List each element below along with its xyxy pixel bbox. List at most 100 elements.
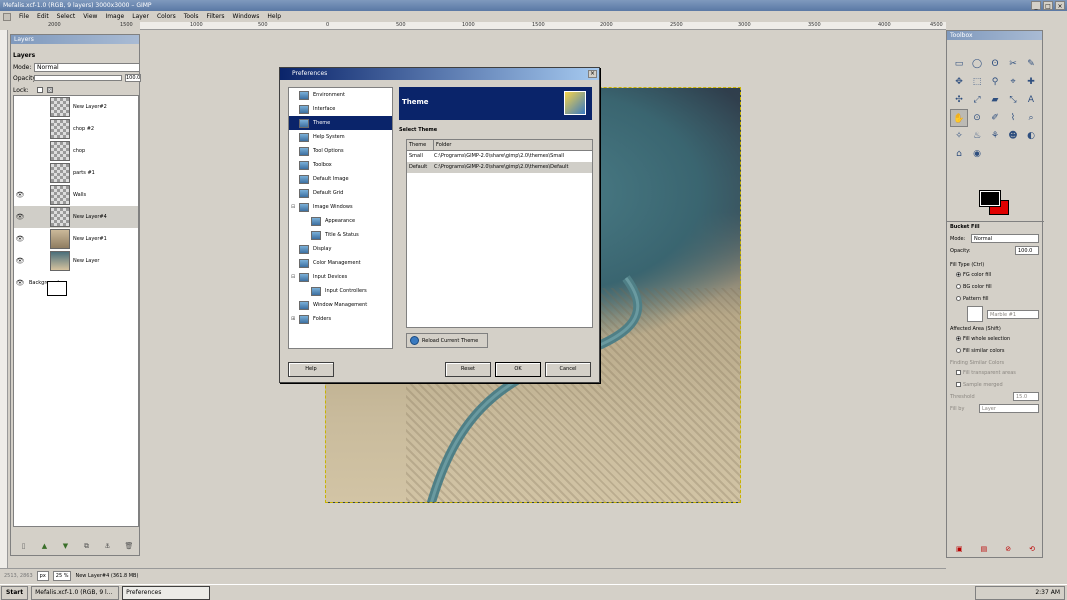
nav-item-theme[interactable]: Theme bbox=[289, 116, 392, 130]
ok-button[interactable]: OK bbox=[495, 362, 541, 377]
nav-item-interface[interactable]: Interface bbox=[289, 102, 392, 116]
save-options-icon[interactable]: ▣ bbox=[956, 545, 963, 553]
delete-layer-icon[interactable]: 🗑 bbox=[125, 542, 134, 550]
layer-item[interactable]: chop #2 bbox=[14, 118, 138, 140]
menu-help[interactable]: Help bbox=[267, 13, 281, 20]
eye-icon[interactable]: 👁 bbox=[14, 257, 26, 265]
cancel-button[interactable]: Cancel bbox=[545, 362, 591, 377]
raise-layer-icon[interactable]: ▲ bbox=[41, 542, 49, 550]
pattern-fill-radio[interactable]: Pattern fill bbox=[956, 296, 989, 302]
menu-colors[interactable]: Colors bbox=[157, 13, 176, 20]
eye-icon[interactable]: 👁 bbox=[14, 279, 26, 287]
opacity-slider[interactable] bbox=[34, 75, 122, 81]
nav-item-environment[interactable]: Environment bbox=[289, 88, 392, 102]
pencil-icon[interactable]: ✐ bbox=[986, 109, 1004, 127]
menu-filters[interactable]: Filters bbox=[207, 13, 225, 20]
eye-icon[interactable]: 👁 bbox=[14, 191, 26, 199]
table-row-selected[interactable]: Default C:\Programs\GIMP-2.0\share\gimp\… bbox=[407, 162, 592, 173]
text-icon[interactable]: A bbox=[1022, 91, 1040, 109]
menu-bar-icon[interactable] bbox=[3, 12, 11, 21]
duplicate-layer-icon[interactable]: ⧉ bbox=[83, 542, 91, 550]
zoom-select[interactable]: 25 % bbox=[52, 570, 72, 581]
fuzzy-select-icon[interactable]: ⚲ bbox=[986, 73, 1004, 91]
menu-edit[interactable]: Edit bbox=[37, 13, 49, 20]
layer-item[interactable]: parts #1 bbox=[14, 162, 138, 184]
blend-icon[interactable]: ⊙ bbox=[968, 109, 986, 127]
nav-item-default-grid[interactable]: Default Grid bbox=[289, 186, 392, 200]
measure-icon[interactable]: ◉ bbox=[968, 145, 986, 163]
smudge-icon[interactable]: ⌂ bbox=[950, 145, 968, 163]
menu-tools[interactable]: Tools bbox=[184, 13, 199, 20]
fill-mode-select[interactable]: Normal bbox=[971, 234, 1039, 243]
dodge-burn-icon[interactable]: ◐ bbox=[1022, 127, 1040, 145]
paths-icon[interactable]: ✎ bbox=[1022, 55, 1040, 73]
fill-opacity-value[interactable]: 100.0 bbox=[1015, 246, 1039, 255]
nav-item-color-management[interactable]: Color Management bbox=[289, 256, 392, 270]
close-button[interactable]: × bbox=[1055, 1, 1065, 10]
nav-item-input-controllers[interactable]: Input Controllers bbox=[289, 284, 392, 298]
scissors-icon[interactable]: ✂ bbox=[1004, 55, 1022, 73]
move-icon[interactable]: ✥ bbox=[950, 73, 968, 91]
column-header-theme[interactable]: Theme bbox=[407, 140, 434, 150]
menu-view[interactable]: View bbox=[83, 13, 97, 20]
paintbrush-icon[interactable]: ⌇ bbox=[1004, 109, 1022, 127]
crop-icon[interactable]: ⬚ bbox=[968, 73, 986, 91]
nav-item-help-system[interactable]: Help System bbox=[289, 130, 392, 144]
menu-layer[interactable]: Layer bbox=[132, 13, 149, 20]
fill-transparent-checkbox[interactable]: Fill transparent areas bbox=[956, 370, 1016, 376]
foreground-color-swatch[interactable] bbox=[979, 190, 1001, 207]
shear-icon[interactable]: ▰ bbox=[986, 91, 1004, 109]
menu-image[interactable]: Image bbox=[105, 13, 124, 20]
bucket-fill-icon[interactable]: ✋ bbox=[950, 109, 968, 127]
fill-by-select[interactable]: Layer bbox=[979, 404, 1039, 413]
opacity-value[interactable]: 100.0 bbox=[125, 74, 141, 82]
start-button[interactable]: Start bbox=[1, 585, 29, 600]
reset-button[interactable]: Reset bbox=[445, 362, 491, 377]
layers-tab[interactable]: Layers bbox=[13, 52, 35, 59]
fg-fill-radio[interactable]: FG color fill bbox=[956, 272, 991, 278]
color-picker-icon[interactable]: ⌖ bbox=[1004, 73, 1022, 91]
taskbar-item-gimp[interactable]: Mefalis.xcf-1.0 (RGB, 9 l... bbox=[31, 585, 120, 600]
nav-item-tool-options[interactable]: Tool Options bbox=[289, 144, 392, 158]
eraser-icon[interactable]: ⌕ bbox=[1022, 109, 1040, 127]
help-button[interactable]: Help bbox=[288, 362, 334, 377]
new-layer-icon[interactable]: ▯ bbox=[20, 542, 28, 550]
rect-select-icon[interactable]: ▭ bbox=[950, 55, 968, 73]
perspective-icon[interactable]: ⤡ bbox=[1004, 91, 1022, 109]
fill-similar-radio[interactable]: Fill similar colors bbox=[956, 348, 1005, 354]
clone-icon[interactable]: ⚘ bbox=[986, 127, 1004, 145]
airbrush-icon[interactable]: ✧ bbox=[950, 127, 968, 145]
nav-item-folders[interactable]: Folders bbox=[289, 312, 392, 326]
column-header-folder[interactable]: Folder bbox=[434, 140, 592, 150]
lower-layer-icon[interactable]: ▼ bbox=[62, 542, 70, 550]
layer-item-selected[interactable]: 👁 New Layer#4 bbox=[14, 206, 138, 228]
fill-whole-radio[interactable]: Fill whole selection bbox=[956, 336, 1010, 342]
sample-merged-checkbox[interactable]: Sample merged bbox=[956, 382, 1003, 388]
restore-options-icon[interactable]: ▤ bbox=[981, 545, 988, 553]
nav-item-display[interactable]: Display bbox=[289, 242, 392, 256]
threshold-value[interactable]: 15.0 bbox=[1013, 392, 1039, 401]
bg-fill-radio[interactable]: BG color fill bbox=[956, 284, 992, 290]
taskbar-item-preferences[interactable]: Preferences bbox=[122, 585, 211, 600]
eye-icon[interactable]: 👁 bbox=[14, 213, 26, 221]
nav-item-input-devices[interactable]: Input Devices bbox=[289, 270, 392, 284]
eye-icon[interactable]: 👁 bbox=[14, 235, 26, 243]
minimize-button[interactable]: _ bbox=[1031, 1, 1041, 10]
nav-item-toolbox[interactable]: Toolbox bbox=[289, 158, 392, 172]
heal-icon[interactable]: ☻ bbox=[1004, 127, 1022, 145]
nav-item-image-windows[interactable]: Image Windows bbox=[289, 200, 392, 214]
anchor-layer-icon[interactable]: ⚓ bbox=[104, 542, 112, 550]
rotate-icon[interactable]: ✣ bbox=[950, 91, 968, 109]
table-row[interactable]: Small C:\Programs\GIMP-2.0\share\gimp\2.… bbox=[407, 151, 592, 162]
nav-item-title-status[interactable]: Title & Status bbox=[289, 228, 392, 242]
nav-item-appearance[interactable]: Appearance bbox=[289, 214, 392, 228]
menu-file[interactable]: File bbox=[19, 13, 29, 20]
layer-mode-select[interactable]: Normal bbox=[34, 63, 140, 72]
dialog-close-icon[interactable]: × bbox=[588, 70, 597, 78]
ink-icon[interactable]: ♨ bbox=[968, 127, 986, 145]
maximize-button[interactable]: □ bbox=[1043, 1, 1053, 10]
menu-windows[interactable]: Windows bbox=[233, 13, 260, 20]
delete-options-icon[interactable]: ⊘ bbox=[1005, 545, 1011, 553]
layer-item[interactable]: 👁 New Layer bbox=[14, 250, 138, 272]
ellipse-select-icon[interactable]: ◯ bbox=[968, 55, 986, 73]
